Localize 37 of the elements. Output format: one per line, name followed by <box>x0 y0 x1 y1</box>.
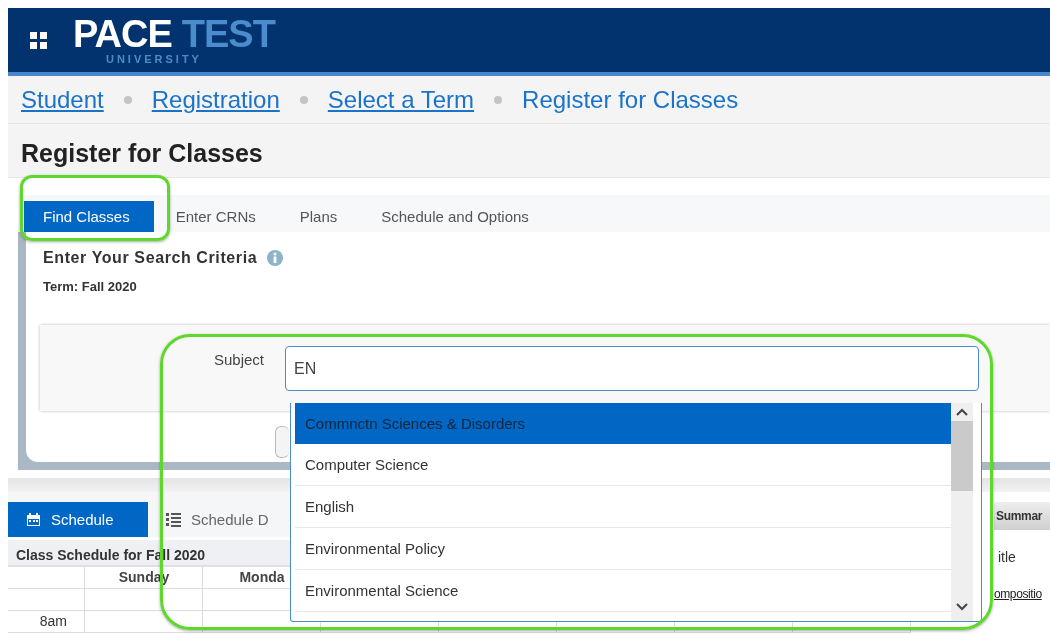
search-button[interactable] <box>275 426 289 458</box>
separator-dot <box>123 95 132 104</box>
dropdown-option[interactable]: Environmental Policy <box>295 528 951 570</box>
list-icon <box>166 512 181 527</box>
calendar-icon <box>26 512 41 527</box>
tab[interactable]: Find Classes <box>24 201 154 232</box>
tab[interactable]: Schedule <box>8 502 148 537</box>
day-header: Monda <box>238 568 286 587</box>
menu-icon <box>30 31 47 49</box>
tab[interactable]: Plans <box>277 201 360 232</box>
tab[interactable]: Enter CRNs <box>153 201 278 232</box>
term-label: Term: Fall 2020 <box>43 279 138 294</box>
summary-tab[interactable]: Summar <box>994 502 1050 530</box>
dropdown-option[interactable]: English <box>295 486 951 528</box>
breadcrumb-link[interactable]: Registration <box>151 85 280 114</box>
time-label: 8am <box>38 612 68 631</box>
breadcrumb-link[interactable]: Select a Term <box>327 85 475 114</box>
subject-field[interactable]: EN <box>285 346 979 391</box>
scrollbar-thumb[interactable] <box>951 421 973 491</box>
logo-text: TEST <box>181 15 275 53</box>
dropdown-option[interactable]: Computer Science <box>295 444 951 486</box>
course-link[interactable]: ompositio <box>994 587 1050 601</box>
separator-dot <box>299 95 308 104</box>
breadcrumb-current: Register for Classes <box>522 85 739 114</box>
separator-dot <box>494 95 503 104</box>
tab[interactable]: Schedule and Options <box>359 201 551 232</box>
tab[interactable]: Schedule D <box>148 502 287 537</box>
column-header: itle <box>997 549 1017 565</box>
scrollbar[interactable] <box>951 403 973 621</box>
page-title: Register for Classes <box>20 138 264 168</box>
dropdown-option[interactable]: Environmental Science <box>295 570 951 612</box>
section-heading: Enter Your Search Criteria <box>43 249 258 267</box>
breadcrumb-link[interactable]: Student <box>21 85 104 114</box>
logo-subtitle: UNIVERSITY <box>105 54 202 65</box>
info-icon <box>267 250 284 266</box>
logo-text: PACE <box>73 15 172 53</box>
field-label: Subject <box>214 350 266 368</box>
